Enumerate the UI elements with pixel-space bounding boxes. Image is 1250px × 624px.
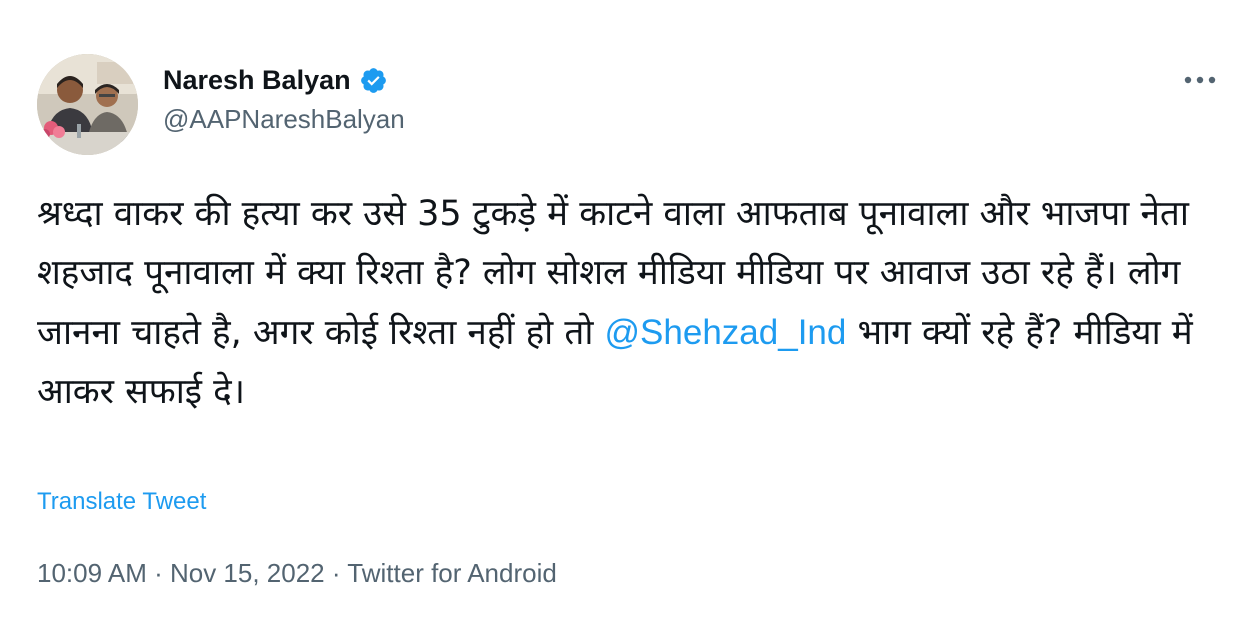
- tweet-source[interactable]: Twitter for Android: [347, 558, 557, 588]
- mention-link[interactable]: @Shehzad_Ind: [605, 313, 847, 352]
- tweet-text: श्रध्दा वाकर की हत्या कर उसे 35 टुकड़े म…: [37, 185, 1227, 422]
- author-name-row: Naresh Balyan: [163, 62, 388, 98]
- translate-tweet-link[interactable]: Translate Tweet: [37, 488, 206, 516]
- more-options-button[interactable]: [1178, 66, 1222, 94]
- tweet-date[interactable]: Nov 15, 2022: [170, 558, 325, 588]
- avatar[interactable]: [37, 54, 138, 155]
- profile-photo-icon: [37, 54, 138, 155]
- verified-badge-icon: [360, 67, 386, 93]
- meta-separator: ·: [146, 558, 170, 588]
- author-display-name[interactable]: Naresh Balyan: [163, 65, 351, 96]
- tweet-time[interactable]: 10:09 AM: [37, 558, 147, 588]
- more-options-icon: [1184, 76, 1216, 84]
- meta-separator: ·: [324, 558, 348, 588]
- tweet-card: Naresh Balyan @AAPNareshBalyan श्रध्दा व…: [0, 0, 1250, 624]
- tweet-metadata: 10:09 AM · Nov 15, 2022 · Twitter for An…: [37, 558, 557, 589]
- author-handle[interactable]: @AAPNareshBalyan: [163, 104, 405, 135]
